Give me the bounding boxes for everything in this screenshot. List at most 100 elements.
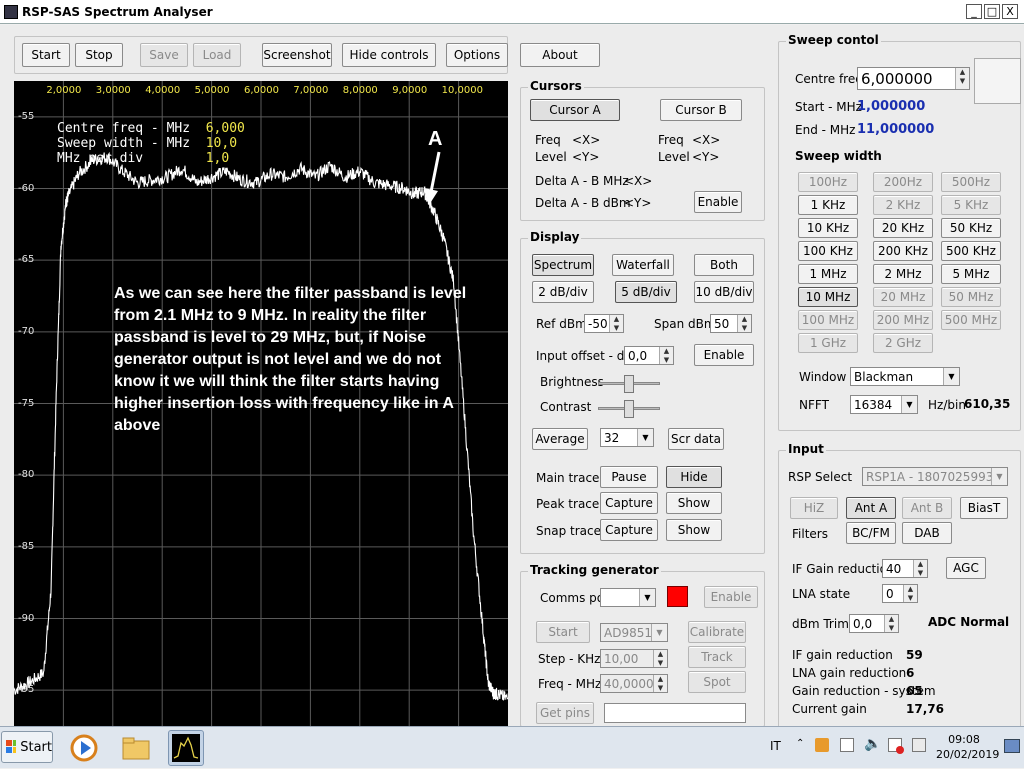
spinner-icon[interactable]: ▲ ▼ bbox=[884, 615, 898, 632]
clock-date[interactable]: 20/02/2019 bbox=[936, 748, 999, 761]
hide-controls-button[interactable]: Hide controls bbox=[342, 43, 436, 67]
volume-icon[interactable]: 🔈 bbox=[864, 736, 881, 752]
peak-trace-capture-button[interactable]: Capture bbox=[600, 492, 658, 514]
spinner-icon[interactable]: ▲ ▼ bbox=[653, 675, 667, 692]
track-button[interactable]: Track bbox=[688, 646, 746, 668]
brightness-slider-handle[interactable] bbox=[624, 375, 634, 393]
sweep-width-2-ghz-button[interactable]: 2 GHz bbox=[873, 333, 933, 353]
sweep-width-50-khz-button[interactable]: 50 KHz bbox=[941, 218, 1001, 238]
dropdown-arrow-icon[interactable]: ▼ bbox=[639, 589, 655, 606]
sweep-width-10-mhz-button[interactable]: 10 MHz bbox=[798, 287, 858, 307]
dropdown-arrow-icon[interactable]: ▼ bbox=[901, 396, 917, 413]
spinner-icon[interactable]: ▲ ▼ bbox=[653, 650, 667, 667]
sweep-width-50-mhz-button[interactable]: 50 MHz bbox=[941, 287, 1001, 307]
sweep-width-500-mhz-button[interactable]: 500 MHz bbox=[941, 310, 1001, 330]
sweep-width-1-mhz-button[interactable]: 1 MHz bbox=[798, 264, 858, 284]
sweep-width-200-khz-button[interactable]: 200 KHz bbox=[873, 241, 933, 261]
save-button[interactable]: Save bbox=[140, 43, 188, 67]
power-icon[interactable] bbox=[912, 738, 926, 752]
peak-trace-show-button[interactable]: Show bbox=[666, 492, 722, 514]
span-dbm-spinbox[interactable]: 50 ▲ ▼ bbox=[710, 314, 752, 333]
file-explorer-icon[interactable] bbox=[118, 730, 154, 766]
input-offset-enable-button[interactable]: Enable bbox=[694, 344, 754, 366]
lna-state-spinbox[interactable]: 0 ▲ ▼ bbox=[882, 584, 918, 603]
sweep-width-20-khz-button[interactable]: 20 KHz bbox=[873, 218, 933, 238]
ant-b-button[interactable]: Ant B bbox=[902, 497, 952, 519]
rsp-select[interactable]: RSP1A - 1807025993 ▼ bbox=[862, 467, 1008, 486]
dab-filter-button[interactable]: DAB bbox=[902, 522, 952, 544]
scr-data-button[interactable]: Scr data bbox=[668, 428, 724, 450]
nfft-select[interactable]: 16384 ▼ bbox=[850, 395, 918, 414]
step-khz-spinbox[interactable]: 10,00 ▲ ▼ bbox=[600, 649, 668, 668]
start-button[interactable]: Start bbox=[22, 43, 70, 67]
sweep-width-100hz-button[interactable]: 100Hz bbox=[798, 172, 858, 192]
media-player-icon[interactable] bbox=[66, 730, 102, 766]
pins-field[interactable] bbox=[604, 703, 746, 723]
sweep-width-1-khz-button[interactable]: 1 KHz bbox=[798, 195, 858, 215]
sweep-width-5-mhz-button[interactable]: 5 MHz bbox=[941, 264, 1001, 284]
sweep-width-200hz-button[interactable]: 200Hz bbox=[873, 172, 933, 192]
average-button[interactable]: Average bbox=[532, 428, 588, 450]
sweep-width-100-khz-button[interactable]: 100 KHz bbox=[798, 241, 858, 261]
spectrum-button[interactable]: Spectrum bbox=[532, 254, 594, 276]
sweep-width-5-khz-button[interactable]: 5 KHz bbox=[941, 195, 1001, 215]
bias-t-button[interactable]: BiasT bbox=[960, 497, 1008, 519]
spinner-icon[interactable]: ▲ ▼ bbox=[955, 68, 969, 89]
5db-div-button[interactable]: 5 dB/div bbox=[615, 281, 677, 303]
options-button[interactable]: Options bbox=[446, 43, 508, 67]
sweep-width-1-ghz-button[interactable]: 1 GHz bbox=[798, 333, 858, 353]
freq-mhz-spinbox[interactable]: 40,00000(▲ ▼ bbox=[600, 674, 668, 693]
bc-fm-filter-button[interactable]: BC/FM bbox=[846, 522, 896, 544]
sweep-width-200-mhz-button[interactable]: 200 MHz bbox=[873, 310, 933, 330]
snap-trace-capture-button[interactable]: Capture bbox=[600, 519, 658, 541]
sweep-width-500-khz-button[interactable]: 500 KHz bbox=[941, 241, 1001, 261]
centre-freq-spinbox[interactable]: 6,000000 ▲ ▼ bbox=[857, 67, 970, 90]
tray-document-icon[interactable] bbox=[840, 738, 854, 752]
cursor-enable-button[interactable]: Enable bbox=[694, 191, 742, 213]
agc-button[interactable]: AGC bbox=[946, 557, 986, 579]
dropdown-arrow-icon[interactable]: ▼ bbox=[651, 624, 667, 641]
spinner-icon[interactable]: ▲ ▼ bbox=[903, 585, 917, 602]
start-menu-button[interactable]: Start bbox=[1, 731, 53, 763]
10db-div-button[interactable]: 10 dB/div bbox=[694, 281, 754, 303]
maximize-button[interactable]: □ bbox=[984, 4, 1000, 19]
sweep-width-100-mhz-button[interactable]: 100 MHz bbox=[798, 310, 858, 330]
about-button[interactable]: About bbox=[520, 43, 600, 67]
tray-app-icon[interactable] bbox=[815, 738, 829, 752]
close-button[interactable]: X bbox=[1002, 4, 1018, 19]
dbm-trim-spinbox[interactable]: 0,0 ▲ ▼ bbox=[849, 614, 899, 633]
window-select[interactable]: Blackman ▼ bbox=[850, 367, 960, 386]
get-pins-button[interactable]: Get pins bbox=[536, 702, 594, 724]
clock-time[interactable]: 09:08 bbox=[940, 733, 988, 746]
tracking-start-button[interactable]: Start bbox=[536, 621, 590, 643]
comms-port-select[interactable]: ▼ bbox=[600, 588, 656, 607]
show-hidden-icons-icon[interactable]: ⌃ bbox=[796, 738, 804, 749]
spinner-icon[interactable]: ▲ ▼ bbox=[609, 315, 623, 332]
device-select[interactable]: AD9851 ▼ bbox=[600, 623, 668, 642]
spot-button[interactable]: Spot bbox=[688, 671, 746, 693]
cursor-b-button[interactable]: Cursor B bbox=[660, 99, 742, 121]
spectrum-analyser-task-icon[interactable] bbox=[168, 730, 204, 766]
hiz-button[interactable]: HiZ bbox=[790, 497, 838, 519]
calibrate-button[interactable]: Calibrate bbox=[688, 621, 746, 643]
ant-a-button[interactable]: Ant A bbox=[846, 497, 896, 519]
screenshot-button[interactable]: Screenshot bbox=[262, 43, 332, 67]
dropdown-arrow-icon[interactable]: ▼ bbox=[637, 429, 653, 446]
main-trace-hide-button[interactable]: Hide bbox=[666, 466, 722, 488]
dropdown-arrow-icon[interactable]: ▼ bbox=[991, 468, 1007, 485]
contrast-slider-handle[interactable] bbox=[624, 400, 634, 418]
sweep-width-10-khz-button[interactable]: 10 KHz bbox=[798, 218, 858, 238]
main-trace-pause-button[interactable]: Pause bbox=[600, 466, 658, 488]
spinner-icon[interactable]: ▲ ▼ bbox=[737, 315, 751, 332]
both-button[interactable]: Both bbox=[694, 254, 754, 276]
minimize-button[interactable]: _ bbox=[966, 4, 982, 19]
language-indicator[interactable]: IT bbox=[770, 739, 781, 753]
spinner-icon[interactable]: ▲ ▼ bbox=[913, 560, 927, 577]
sweep-width-2-khz-button[interactable]: 2 KHz bbox=[873, 195, 933, 215]
load-button[interactable]: Load bbox=[193, 43, 241, 67]
ref-dbm-spinbox[interactable]: -50 ▲ ▼ bbox=[584, 314, 624, 333]
snap-trace-show-button[interactable]: Show bbox=[666, 519, 722, 541]
network-warning-icon[interactable] bbox=[888, 738, 904, 754]
if-gain-spinbox[interactable]: 40 ▲ ▼ bbox=[882, 559, 928, 578]
show-desktop-button[interactable] bbox=[1004, 739, 1020, 753]
